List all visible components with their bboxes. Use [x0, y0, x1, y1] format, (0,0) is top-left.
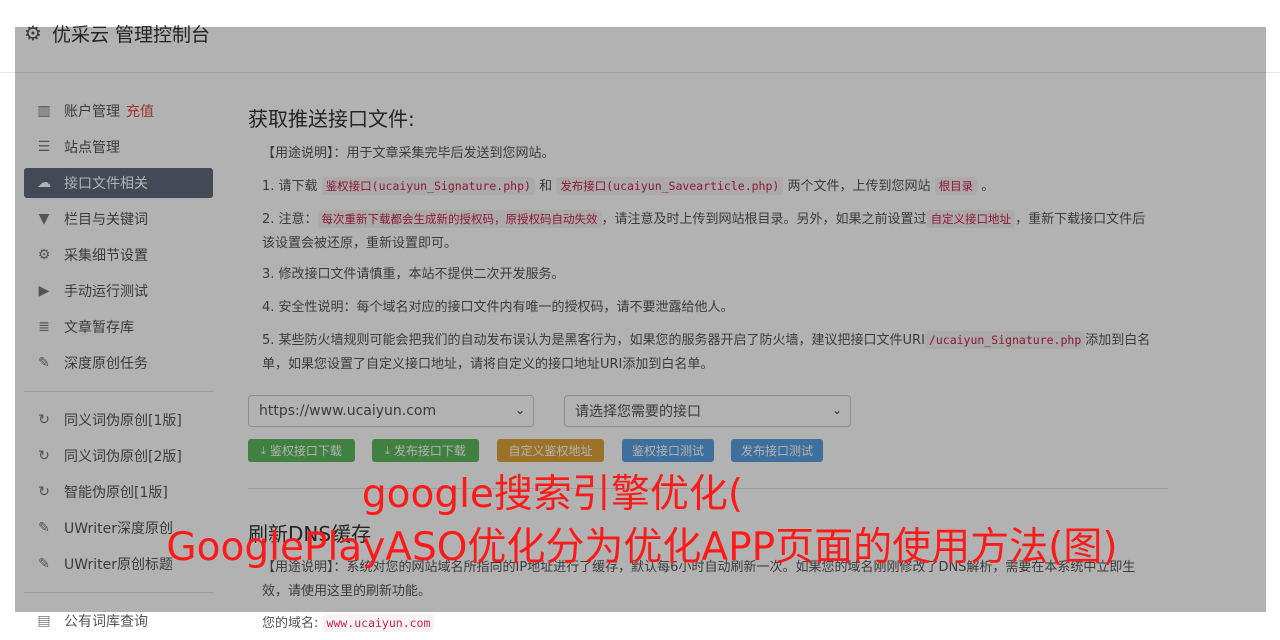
refresh-icon: ↻ [38, 412, 50, 428]
gear-icon: ⚙ [24, 21, 42, 45]
sidebar-item-collect-settings[interactable]: ⚙ 采集细节设置 [24, 240, 213, 270]
download-publish-button[interactable]: ⤓ 发布接口下载 [372, 439, 479, 462]
api-select-value: 请选择您需要的接口 [575, 404, 701, 420]
database-icon: ≣ [38, 319, 50, 335]
sidebar-item-account[interactable]: ▥ 账户管理 充值 [24, 96, 213, 126]
play-icon: ▶ [38, 283, 50, 299]
chevron-down-icon: ⌄ [514, 403, 525, 417]
signature-uri-code: /ucaiyun_Signature.php [924, 331, 1086, 349]
custom-auth-url-button[interactable]: 自定义鉴权地址 [497, 439, 604, 462]
sidebar-item-label: 站点管理 [64, 140, 120, 156]
sidebar-item-label: 采集细节设置 [64, 248, 148, 264]
sidebar-item-interface-files[interactable]: ☁ 接口文件相关 [24, 168, 213, 198]
sidebar-item-label: 公有词库查询 [64, 614, 148, 630]
sidebar-divider [24, 592, 213, 593]
instruction-2: 2. 注意： 每次重新下载都会生成新的授权码，原授权码自动失效 ，请注意及时上传到网… [262, 207, 1152, 256]
site-select-value: https://www.ucaiyun.com [259, 403, 437, 419]
book-icon: ▤ [37, 613, 51, 629]
sidebar-item-deep-original[interactable]: ✎ 深度原创任务 [24, 348, 213, 378]
sidebar-item-label: 接口文件相关 [64, 176, 148, 192]
sidebar-item-categories[interactable]: ▼ 栏目与关键词 [24, 204, 213, 234]
section-title-dns: 刷新DNS缓存 [248, 522, 372, 546]
download-icon: ⤓ [261, 443, 266, 457]
sidebar-item-article-store[interactable]: ≣ 文章暂存库 [24, 312, 213, 342]
list-icon: ☰ [37, 139, 51, 155]
text: 2. 注意： [262, 212, 318, 227]
auth-warning-code: 每次重新下载都会生成新的授权码，原授权码自动失效 [317, 210, 602, 228]
site-select[interactable]: https://www.ucaiyun.com ⌄ [248, 395, 534, 427]
sidebar-item-uwriter-deep[interactable]: ✎ UWriter深度原创 [24, 513, 213, 543]
edit-icon: ✎ [38, 520, 50, 536]
sidebar-item-label: 栏目与关键词 [64, 212, 148, 228]
button-label: 鉴权接口测试 [631, 444, 704, 458]
sidebar-divider [24, 391, 213, 392]
instruction-4: 4. 安全性说明：每个域名对应的接口文件内有唯一的授权码，请不要泄露给他人。 [262, 300, 734, 315]
text: 5. 某些防火墙规则可能会把我们的自动发布误认为是黑客行为，如果您的服务器开启了… [262, 333, 925, 348]
api-select[interactable]: 请选择您需要的接口 ⌄ [564, 395, 851, 427]
text: 和 [539, 179, 553, 194]
button-label: 发布接口测试 [740, 444, 813, 458]
domain-value: www.ucaiyun.com [322, 614, 435, 632]
instruction-5: 5. 某些防火墙规则可能会把我们的自动发布误认为是黑客行为，如果您的服务器开启了… [262, 328, 1152, 377]
bar-chart-icon: ▥ [37, 103, 51, 119]
section-title-push-files: 获取推送接口文件: [248, 107, 415, 131]
sidebar-item-uwriter-title[interactable]: ✎ UWriter原创标题 [24, 549, 213, 579]
sidebar-item-label: 文章暂存库 [64, 320, 134, 336]
sidebar-item-synonym-v1[interactable]: ↻ 同义词伪原创[1版] [24, 405, 213, 435]
root-dir-code: 根目录 [934, 177, 978, 195]
instruction-1: 1. 请下载 鉴权接口(ucaiyun_Signature.php) 和 发布接… [262, 174, 1152, 199]
text: 。 [981, 179, 995, 194]
instruction-3: 3. 修改接口文件请慎重，本站不提供二次开发服务。 [262, 267, 565, 282]
button-label: 自定义鉴权地址 [508, 444, 593, 458]
chevron-down-icon: ⌄ [831, 403, 842, 417]
sidebar-item-label: 深度原创任务 [64, 356, 148, 372]
brand-title: 优采云 管理控制台 [51, 23, 210, 46]
sidebar-item-public-lexicon[interactable]: ▤ 公有词库查询 [24, 606, 213, 636]
button-label: 鉴权接口下载 [269, 444, 342, 458]
section-divider [248, 488, 1168, 489]
test-publish-button[interactable]: 发布接口测试 [731, 439, 823, 462]
top-bar: ⚙ 优采云 管理控制台 [0, 0, 1280, 73]
sidebar-item-label: UWriter原创标题 [64, 557, 173, 573]
button-label: 发布接口下载 [393, 444, 466, 458]
usage-text: 【用途说明】：用于文章采集完毕后发送到您网站。 [262, 146, 555, 161]
filter-icon: ▼ [38, 211, 50, 227]
custom-url-code: 自定义接口地址 [926, 210, 1016, 228]
sidebar-item-synonym-v2[interactable]: ↻ 同义词伪原创[2版] [24, 441, 213, 471]
savearticle-file-code: 发布接口(ucaiyun_Savearticle.php) [556, 177, 784, 195]
refresh-icon: ↻ [38, 484, 50, 500]
sidebar-item-label: 智能伪原创[1版] [64, 485, 168, 501]
download-icon: ⤓ [385, 443, 390, 457]
recharge-link[interactable]: 充值 [126, 101, 154, 121]
edit-icon: ✎ [38, 355, 50, 371]
gears-icon: ⚙ [37, 247, 51, 263]
sidebar-item-smart-v1[interactable]: ↻ 智能伪原创[1版] [24, 477, 213, 507]
text: ，请注意及时上传到网站根目录。另外，如果之前设置过 [601, 212, 927, 227]
sidebar-item-manual-run[interactable]: ▶ 手动运行测试 [24, 276, 213, 306]
cloud-upload-icon: ☁ [37, 175, 51, 191]
refresh-icon: ↻ [38, 448, 50, 464]
download-signature-button[interactable]: ⤓ 鉴权接口下载 [248, 439, 355, 462]
brand[interactable]: ⚙ 优采云 管理控制台 [24, 18, 210, 48]
dns-usage-text: 【用途说明】：系统对您的网站域名所指向的IP地址进行了缓存，默认每6小时自动刷新… [262, 560, 1136, 599]
sidebar-item-label: UWriter深度原创 [64, 521, 173, 537]
sidebar-item-label: 同义词伪原创[2版] [64, 449, 182, 465]
sidebar-item-label: 账户管理 [64, 104, 120, 120]
test-signature-button[interactable]: 鉴权接口测试 [622, 439, 714, 462]
domain-line: 您的域名: www.ucaiyun.com [262, 611, 1152, 636]
signature-file-code: 鉴权接口(ucaiyun_Signature.php) [321, 177, 535, 195]
sidebar-item-label: 手动运行测试 [64, 284, 148, 300]
text: 两个文件，上传到您网站 [787, 179, 931, 194]
domain-label: 您的域名: [262, 616, 319, 631]
text: 1. 请下载 [262, 179, 318, 194]
sidebar-item-sites[interactable]: ☰ 站点管理 [24, 132, 213, 162]
sidebar-item-label: 同义词伪原创[1版] [64, 413, 182, 429]
edit-icon: ✎ [38, 556, 50, 572]
